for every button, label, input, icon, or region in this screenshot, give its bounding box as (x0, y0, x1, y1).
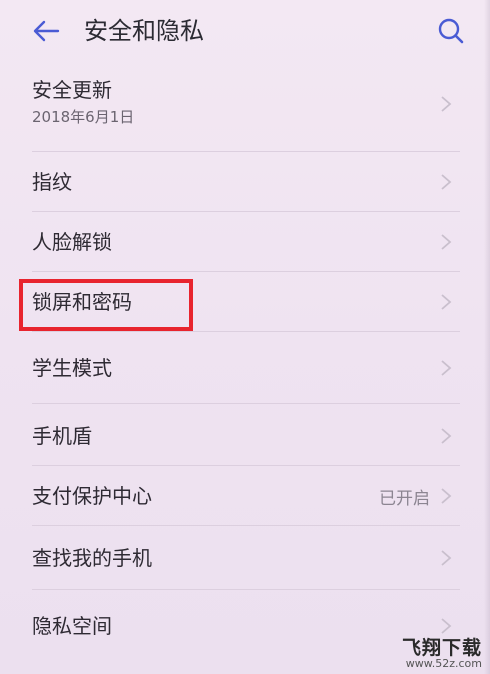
list-item-student-mode[interactable]: 学生模式 (0, 332, 490, 404)
search-icon (438, 18, 464, 44)
status-value: 已开启 (379, 489, 430, 509)
scroll-edge (484, 0, 490, 674)
item-title: 安全更新 (32, 78, 112, 102)
list-item-find-my-phone[interactable]: 查找我的手机 (0, 526, 490, 590)
app-bar: 安全和隐私 (0, 0, 490, 62)
list-item-lock-screen-password[interactable]: 锁屏和密码 (0, 272, 490, 332)
list-item-payment-protection[interactable]: 支付保护中心 已开启 (0, 466, 490, 526)
item-subtitle: 2018年6月1日 (32, 108, 135, 126)
chevron-right-icon (441, 294, 452, 310)
item-title: 学生模式 (32, 356, 112, 380)
item-title: 手机盾 (32, 424, 92, 448)
item-title: 查找我的手机 (32, 546, 152, 570)
settings-list: 安全更新 2018年6月1日 指纹 人脸解锁 锁屏和密码 学生模式 手机盾 支付… (0, 62, 490, 660)
list-item-face-unlock[interactable]: 人脸解锁 (0, 212, 490, 272)
item-title: 指纹 (32, 170, 72, 194)
back-arrow-icon (33, 20, 60, 42)
chevron-right-icon (441, 174, 452, 190)
item-title: 人脸解锁 (32, 230, 112, 254)
back-button[interactable] (26, 14, 66, 48)
watermark: 飞翔下载 www.52z.com (386, 638, 482, 672)
chevron-right-icon (441, 488, 452, 504)
page-title: 安全和隐私 (84, 17, 204, 45)
chevron-right-icon (441, 428, 452, 444)
chevron-right-icon (441, 234, 452, 250)
chevron-right-icon (441, 618, 452, 634)
watermark-brand: 飞翔下载 (401, 637, 482, 659)
list-item-fingerprint[interactable]: 指纹 (0, 152, 490, 212)
item-title: 隐私空间 (32, 614, 112, 638)
chevron-right-icon (441, 360, 452, 376)
search-button[interactable] (432, 12, 470, 50)
item-title: 支付保护中心 (32, 484, 152, 508)
list-item-phone-shield[interactable]: 手机盾 (0, 404, 490, 466)
watermark-url: www.52z.com (405, 657, 482, 670)
item-title: 锁屏和密码 (32, 290, 132, 314)
chevron-right-icon (441, 96, 452, 112)
screen: 安全和隐私 安全更新 2018年6月1日 指纹 人脸解锁 锁屏和密码 学生模式 … (0, 0, 490, 674)
list-item-security-update[interactable]: 安全更新 2018年6月1日 (0, 62, 490, 152)
chevron-right-icon (441, 550, 452, 566)
